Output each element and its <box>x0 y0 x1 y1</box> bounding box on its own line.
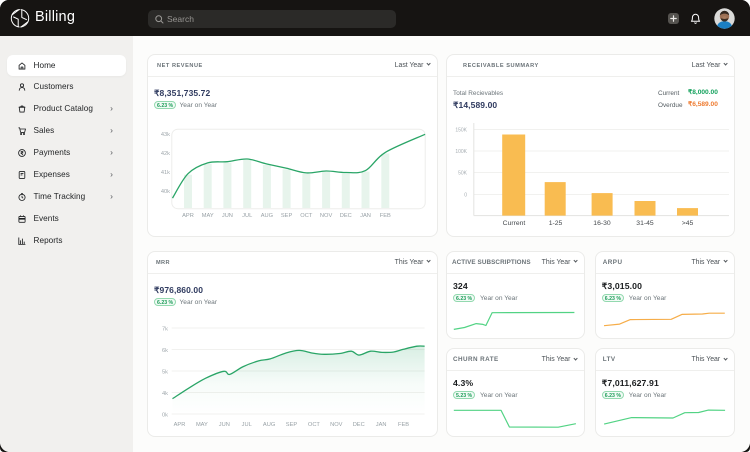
svg-text:31-45: 31-45 <box>636 220 654 227</box>
svg-text:JUN: JUN <box>222 213 233 219</box>
svg-text:SEP: SEP <box>286 422 298 428</box>
svg-text:150K: 150K <box>455 128 467 134</box>
svg-text:JAN: JAN <box>376 422 387 428</box>
svg-text:MAY: MAY <box>202 213 214 219</box>
svg-text:AUG: AUG <box>263 422 275 428</box>
svg-text:FEB: FEB <box>380 213 391 219</box>
svg-text:NOV: NOV <box>330 422 343 428</box>
svg-text:16-30: 16-30 <box>593 220 611 227</box>
svg-text:DEC: DEC <box>353 422 365 428</box>
svg-text:DEC: DEC <box>340 213 352 219</box>
svg-text:JAN: JAN <box>360 213 371 219</box>
svg-text:FEB: FEB <box>398 422 409 428</box>
svg-text:APR: APR <box>174 422 186 428</box>
svg-text:APR: APR <box>182 213 194 219</box>
svg-text:MAY: MAY <box>196 422 208 428</box>
svg-text:42k: 42k <box>161 151 170 157</box>
svg-text:NOV: NOV <box>320 213 333 219</box>
svg-text:1-25: 1-25 <box>549 220 563 227</box>
svg-text:43k: 43k <box>161 132 170 138</box>
svg-text:Current: Current <box>503 220 526 227</box>
svg-text:41k: 41k <box>161 170 170 176</box>
svg-text:JUL: JUL <box>242 213 252 219</box>
svg-text:50K: 50K <box>458 171 468 177</box>
svg-text:0: 0 <box>464 193 467 199</box>
svg-text:OCT: OCT <box>300 213 313 219</box>
svg-text:100K: 100K <box>455 149 467 155</box>
svg-text:4k: 4k <box>162 391 168 397</box>
svg-text:6k: 6k <box>162 348 168 354</box>
svg-text:AUG: AUG <box>261 213 273 219</box>
svg-text:SEP: SEP <box>281 213 293 219</box>
svg-text:40k: 40k <box>161 189 170 195</box>
svg-text:JUL: JUL <box>242 422 252 428</box>
svg-text:JUN: JUN <box>219 422 230 428</box>
svg-text:OCT: OCT <box>308 422 321 428</box>
svg-text:7k: 7k <box>162 327 168 333</box>
svg-text:5k: 5k <box>162 370 168 376</box>
svg-text:0k: 0k <box>162 413 168 419</box>
svg-text:>45: >45 <box>682 220 694 227</box>
